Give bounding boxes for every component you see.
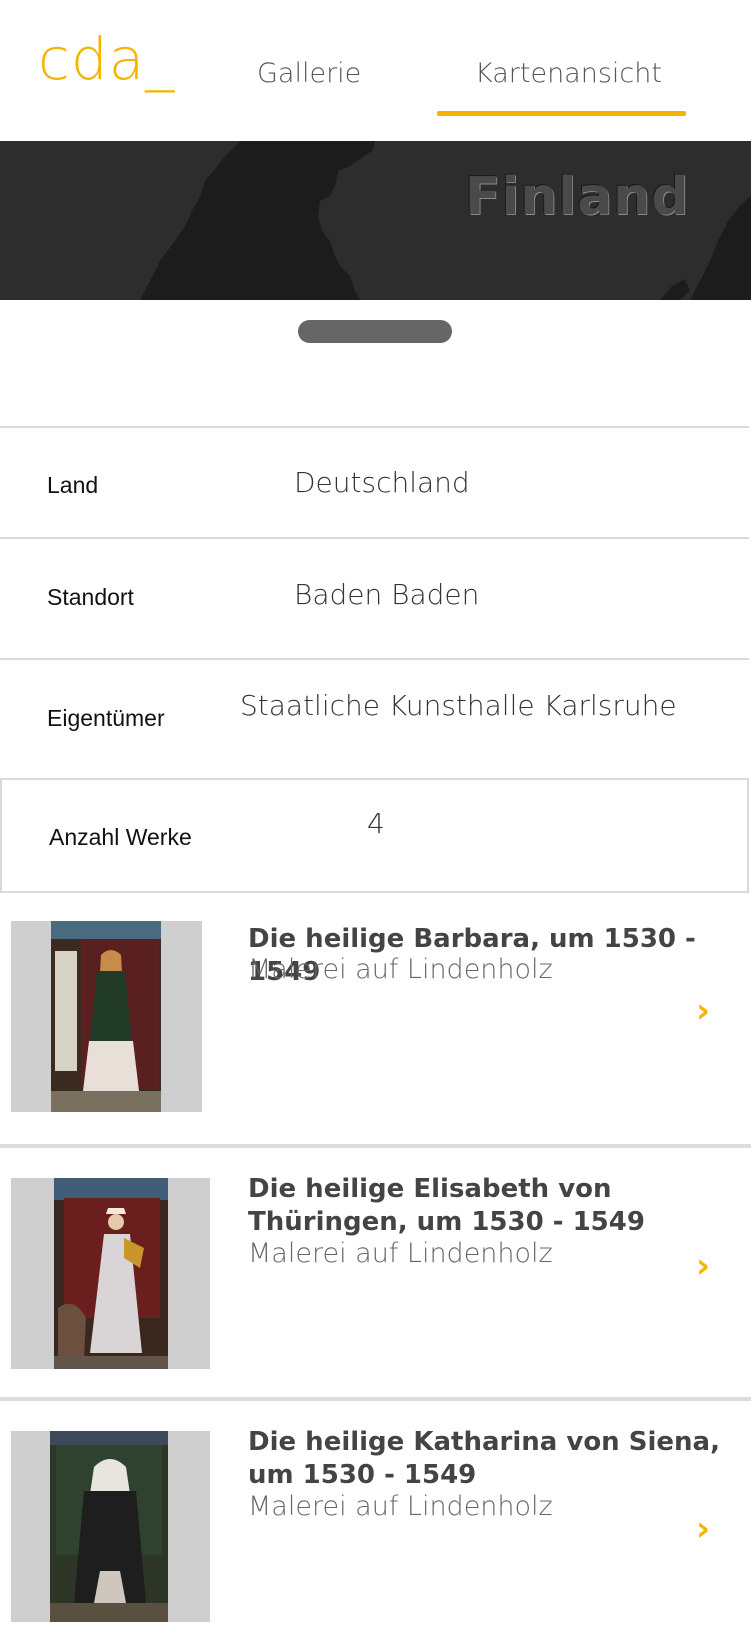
work-list-item[interactable]: Die heilige Katharina von Siena, um 1530… [0, 1401, 751, 1639]
work-medium: Malerei auf Lindenholz [248, 1238, 553, 1269]
painting-katharina-image [50, 1431, 168, 1622]
info-row-land: Land Deutschland [0, 426, 749, 537]
active-tab-indicator [437, 111, 686, 116]
work-thumbnail [11, 1431, 210, 1622]
chevron-right-icon[interactable]: › [696, 1509, 710, 1549]
tab-gallerie[interactable]: Gallerie [257, 58, 361, 89]
info-row-standort: Standort Baden Baden [0, 537, 749, 658]
chevron-right-icon[interactable]: › [696, 1246, 710, 1286]
painting-elisabeth-image [54, 1178, 168, 1369]
standort-value: Baden Baden [294, 578, 480, 611]
work-thumbnail [11, 921, 202, 1112]
work-list-item[interactable]: Die heilige Elisabeth von Thüringen, um … [0, 1148, 751, 1397]
map-view[interactable]: Finland [0, 141, 751, 300]
standort-label: Standort [47, 584, 134, 610]
app-logo[interactable]: cda_ [38, 30, 175, 88]
eigentuemer-label: Eigentümer [47, 705, 165, 731]
work-title: Die heilige Elisabeth von Thüringen, um … [248, 1174, 645, 1237]
info-row-eigentuemer: Eigentümer Staatliche Kunsthalle Karlsru… [0, 658, 749, 778]
work-thumbnail [11, 1178, 210, 1369]
tab-kartenansicht[interactable]: Kartenansicht [475, 58, 662, 89]
painting-barbara-image [51, 921, 161, 1112]
drag-handle[interactable] [298, 320, 452, 343]
work-medium: Malerei auf Lindenholz [248, 954, 553, 985]
land-value: Deutschland [294, 466, 470, 499]
work-title: Die heilige Katharina von Siena, um 1530… [248, 1427, 720, 1490]
chevron-right-icon[interactable]: › [696, 991, 710, 1031]
anzahl-label: Anzahl Werke [49, 824, 192, 850]
map-country-label: Finland [465, 167, 690, 227]
anzahl-value: 4 [367, 807, 385, 840]
app-header: cda_ Gallerie Kartenansicht [0, 0, 751, 141]
work-medium: Malerei auf Lindenholz [248, 1491, 553, 1522]
land-label: Land [47, 472, 99, 498]
eigentuemer-value: Staatliche Kunsthalle Karlsruhe [240, 689, 677, 722]
work-list-item[interactable]: Die heilige Barbara, um 1530 - 1549 Male… [0, 893, 751, 1146]
info-row-anzahl-werke: Anzahl Werke 4 [0, 778, 749, 893]
